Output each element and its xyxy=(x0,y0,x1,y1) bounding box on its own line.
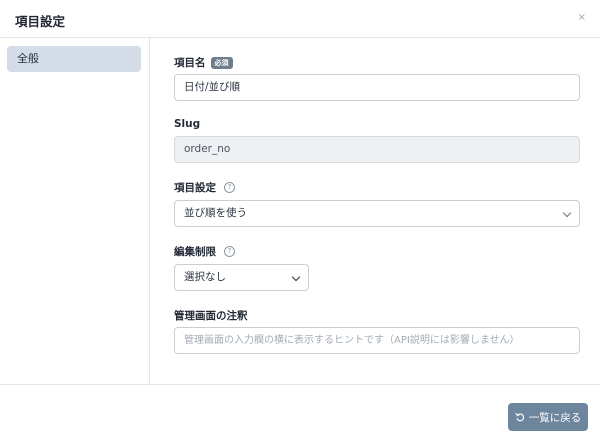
required-badge: 必須 xyxy=(210,56,233,69)
field-name-label: 項目名 必須 xyxy=(174,55,233,70)
field-name-input[interactable]: 日付/並び順 xyxy=(174,74,580,101)
undo-icon xyxy=(515,412,524,422)
admin-note-input[interactable]: 管理画面の入力欄の横に表示するヒントです（API説明には影響しません） xyxy=(174,327,580,354)
settings-form: 項目名 必須 日付/並び順 Slug order_no 項目設定 ? 並び順を使… xyxy=(150,38,600,384)
edit-limit-select[interactable]: 選択なし xyxy=(174,264,309,291)
help-icon[interactable]: ? xyxy=(224,246,235,257)
field-setting-select[interactable]: 並び順を使う xyxy=(174,200,580,227)
chevron-down-icon xyxy=(291,272,301,282)
sidebar: 全般 xyxy=(0,38,150,384)
back-to-list-label: 一覧に戻る xyxy=(528,411,582,424)
help-icon[interactable]: ? xyxy=(224,182,235,193)
sidebar-item-general[interactable]: 全般 xyxy=(7,46,141,72)
back-to-list-button[interactable]: 一覧に戻る xyxy=(508,403,588,431)
chevron-down-icon xyxy=(562,208,572,218)
field-setting-select-value: 並び順を使う xyxy=(184,207,247,219)
slug-input[interactable]: order_no xyxy=(174,136,580,163)
slug-label-text: Slug xyxy=(174,118,201,130)
field-setting-label: 項目設定 ? xyxy=(174,180,235,195)
slug-label: Slug xyxy=(174,118,200,130)
admin-note-label: 管理画面の注釈 xyxy=(174,308,248,323)
field-setting-label-text: 項目設定 xyxy=(174,182,216,194)
edit-limit-select-value: 選択なし xyxy=(184,271,226,283)
dialog-header: 項目設定 × xyxy=(0,0,600,38)
dialog-title: 項目設定 xyxy=(15,14,66,29)
edit-limit-label: 編集制限 ? xyxy=(174,244,235,259)
close-icon[interactable]: × xyxy=(578,11,586,25)
dialog-footer: 一覧に戻る xyxy=(0,384,600,442)
edit-limit-label-text: 編集制限 xyxy=(174,246,216,258)
field-name-label-text: 項目名 xyxy=(174,57,206,69)
admin-note-label-text: 管理画面の注釈 xyxy=(174,310,248,322)
